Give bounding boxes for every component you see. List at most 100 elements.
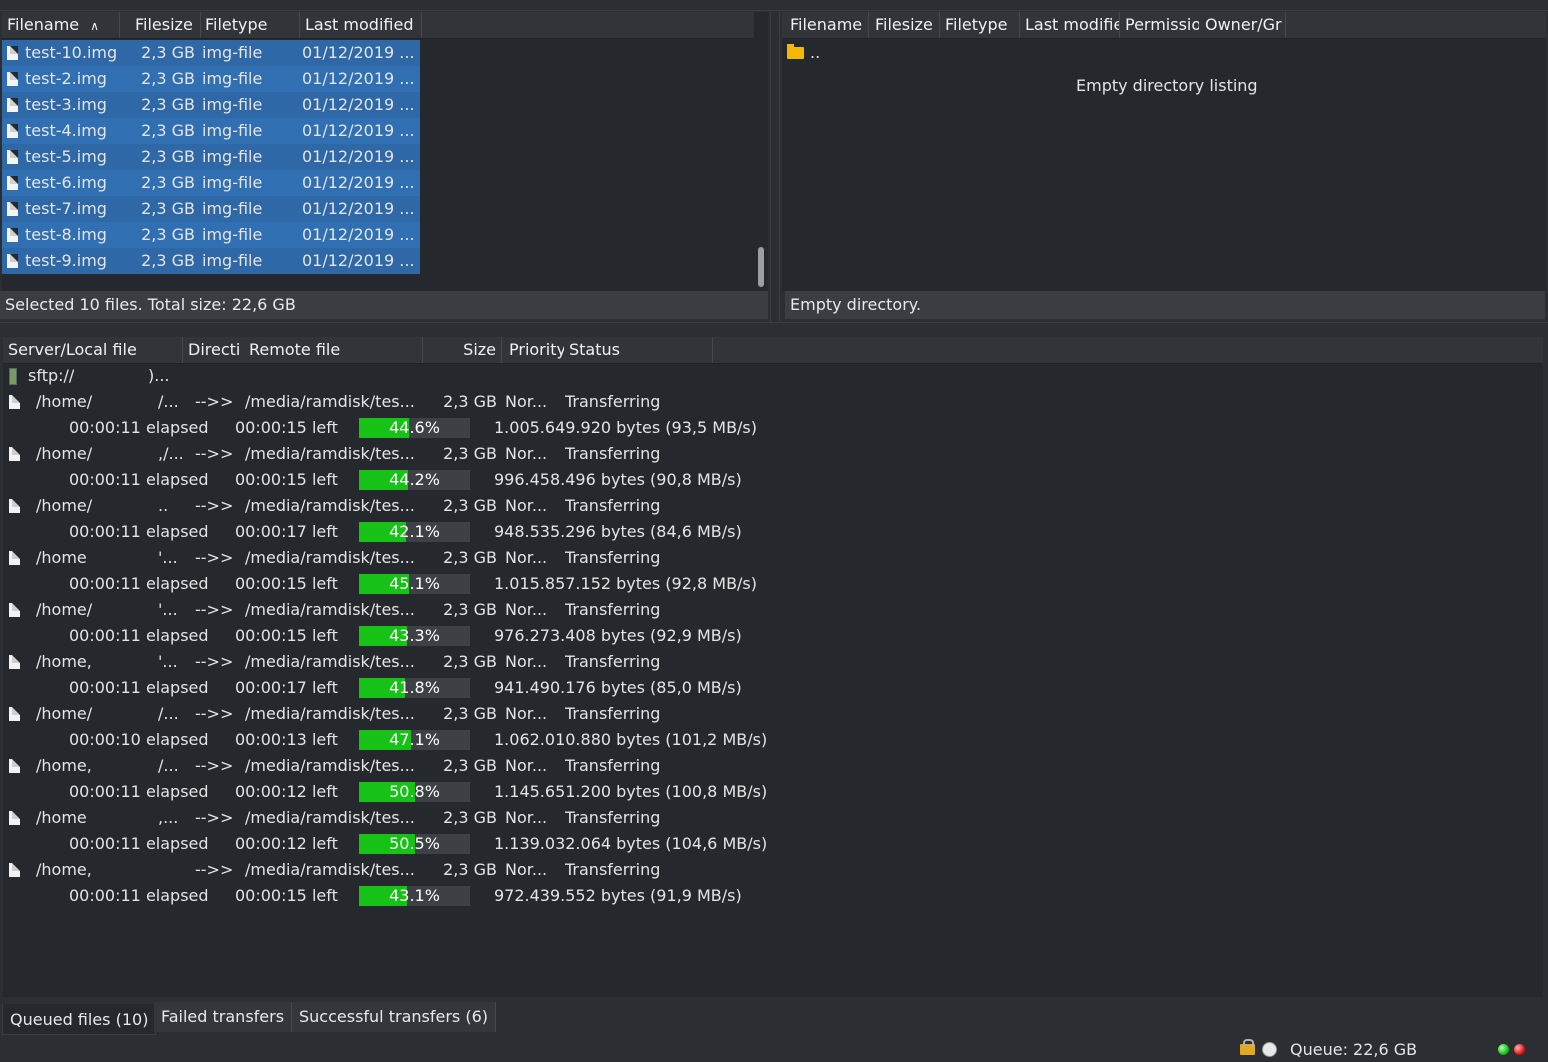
transfer-row[interactable]: /home, -->> /media/ramdisk/tes... 2,3 GB Nor…: [3, 857, 763, 883]
remote-col-permissions[interactable]: Permissio: [1120, 12, 1199, 38]
local-file-row[interactable]: test-5.img 2,3 GB img-file 01/12/2019 ...: [2, 144, 420, 170]
file-icon: [7, 72, 18, 86]
file-size: 2,3 GB: [141, 173, 195, 192]
file-type: img-file: [202, 251, 263, 270]
speed-limit-icon[interactable]: [1262, 1042, 1277, 1057]
local-file-row[interactable]: test-2.img 2,3 GB img-file 01/12/2019 ...: [2, 66, 420, 92]
sort-ascending-icon: ∧: [90, 19, 100, 33]
transfer-direction: -->>: [195, 808, 234, 827]
file-icon: [9, 863, 20, 877]
transfer-progress-bar: 42.1%: [359, 522, 470, 542]
col-last-modified[interactable]: Last modified: [300, 12, 422, 38]
horizontal-splitter[interactable]: [0, 322, 1548, 331]
transfer-bytes: 1.139.032.064 bytes (104,6 MB/s): [494, 834, 768, 853]
transfer-time-left: 00:00:15 left: [235, 886, 338, 905]
transfer-elapsed: 00:00:11 elapsed: [69, 626, 209, 645]
queue-server-row[interactable]: sftp:// )...: [3, 363, 503, 389]
transfer-progress-label: 42.1%: [389, 522, 440, 541]
transfer-size: 2,3 GB: [443, 652, 497, 671]
transfer-local-path: /home,: [36, 860, 92, 879]
transfer-priority: Nor...: [505, 808, 548, 827]
file-icon: [9, 707, 20, 721]
transfer-elapsed: 00:00:11 elapsed: [69, 574, 209, 593]
queue-col-remote-file[interactable]: Remote file: [244, 337, 423, 363]
local-file-row[interactable]: test-8.img 2,3 GB img-file 01/12/2019 ...: [2, 222, 420, 248]
file-icon: [9, 603, 20, 617]
file-type: img-file: [202, 199, 263, 218]
transfer-remote-path: /media/ramdisk/tes...: [245, 704, 415, 723]
file-icon: [9, 655, 20, 669]
local-status: Selected 10 files. Total size: 22,6 GB: [0, 291, 768, 319]
transfer-row[interactable]: /home/ /... -->> /media/ramdisk/tes... 2,3 G…: [3, 389, 763, 415]
col-filename-label: Filename: [7, 15, 80, 34]
remote-col-last-modified[interactable]: Last modifie: [1020, 12, 1120, 38]
local-file-row[interactable]: test-9.img 2,3 GB img-file 01/12/2019 ...: [2, 248, 420, 274]
transfer-status: Transferring: [565, 548, 661, 567]
folder-icon-tab: [787, 44, 794, 48]
transfer-row[interactable]: /home, '... -->> /media/ramdisk/tes... 2,3 G…: [3, 649, 763, 675]
transfer-size: 2,3 GB: [443, 444, 497, 463]
remote-col-filetype[interactable]: Filetype: [940, 12, 1020, 38]
queue-col-status[interactable]: Status: [564, 337, 713, 363]
transfer-direction: -->>: [195, 860, 234, 879]
local-file-row[interactable]: test-6.img 2,3 GB img-file 01/12/2019 ...: [2, 170, 420, 196]
transfer-row[interactable]: /home/ /... -->> /media/ramdisk/tes... 2,3 G…: [3, 701, 763, 727]
file-modified: 01/12/2019 ...: [302, 69, 415, 88]
file-icon: [9, 759, 20, 773]
file-name: test-8.img: [25, 225, 107, 244]
transfer-row[interactable]: /home '... -->> /media/ramdisk/tes... 2,3 GB…: [3, 545, 763, 571]
col-filesize[interactable]: Filesize: [130, 12, 201, 38]
transfer-row[interactable]: /home/ '... -->> /media/ramdisk/tes... 2,3 G…: [3, 597, 763, 623]
queue-col-priority[interactable]: Priority: [504, 337, 564, 363]
file-icon: [7, 150, 18, 164]
transfer-status: Transferring: [565, 496, 661, 515]
tab-queued-files[interactable]: Queued files (10): [2, 1004, 157, 1035]
remote-parent-dir-row[interactable]: ..: [782, 40, 1278, 66]
file-modified: 01/12/2019 ...: [302, 43, 415, 62]
transfer-local-path: /home/: [36, 444, 93, 463]
transfer-progress-bar: 43.3%: [359, 626, 470, 646]
queue-col-local-file[interactable]: Server/Local file: [3, 337, 183, 363]
file-size: 2,3 GB: [141, 43, 195, 62]
local-file-row[interactable]: test-7.img 2,3 GB img-file 01/12/2019 ...: [2, 196, 420, 222]
file-name: test-4.img: [25, 121, 107, 140]
red-led-icon: [1514, 1044, 1525, 1055]
file-icon: [7, 98, 18, 112]
file-type: img-file: [202, 95, 263, 114]
local-scrollbar[interactable]: [755, 39, 767, 289]
local-file-row[interactable]: test-10.img 2,3 GB img-file 01/12/2019 ...: [2, 40, 420, 66]
transfer-row[interactable]: /home/.. -->> /media/ramdisk/tes... 2,3 GB N…: [3, 493, 763, 519]
tab-successful-transfers[interactable]: Successful transfers (6): [292, 1002, 496, 1032]
local-file-row[interactable]: test-3.img 2,3 GB img-file 01/12/2019 ...: [2, 92, 420, 118]
remote-col-filesize[interactable]: Filesize: [870, 12, 940, 38]
col-filename[interactable]: Filename ∧: [2, 12, 120, 38]
local-file-row[interactable]: test-4.img 2,3 GB img-file 01/12/2019 ...: [2, 118, 420, 144]
transfer-progress-row: 00:00:11 elapsed 00:00:15 left 44.6% 1.005.…: [3, 415, 783, 441]
transfer-status: Transferring: [565, 756, 661, 775]
tab-failed-transfers[interactable]: Failed transfers: [154, 1002, 293, 1032]
remote-col-owner-group[interactable]: Owner/Gr: [1200, 12, 1286, 38]
col-filetype[interactable]: Filetype: [200, 12, 300, 38]
transfer-local-path: /home: [36, 808, 87, 827]
transfer-local-path-tail: '...: [158, 548, 178, 567]
vertical-splitter[interactable]: [770, 12, 780, 322]
transfer-row[interactable]: /home,... -->> /media/ramdisk/tes... 2,3 GB…: [3, 805, 763, 831]
queue-col-direction[interactable]: Directi: [183, 337, 243, 363]
queue-col-size[interactable]: Size: [423, 337, 502, 363]
transfer-row[interactable]: /home/ ,/... -->> /media/ramdisk/tes... 2,3 …: [3, 441, 763, 467]
transfer-status: Transferring: [565, 704, 661, 723]
transfer-direction: -->>: [195, 652, 234, 671]
file-type: img-file: [202, 43, 263, 62]
parent-dir-label: ..: [810, 43, 821, 62]
file-name: test-3.img: [25, 95, 107, 114]
transfer-progress-bar: 45.1%: [359, 574, 470, 594]
transfer-status: Transferring: [565, 860, 661, 879]
transfer-time-left: 00:00:15 left: [235, 574, 338, 593]
transfer-local-path: /home/: [36, 704, 93, 723]
remote-col-filename[interactable]: Filename: [785, 12, 869, 38]
transfer-row[interactable]: /home, /... -->> /media/ramdisk/tes... 2,3 G…: [3, 753, 763, 779]
transfer-priority: Nor...: [505, 756, 548, 775]
local-scrollbar-thumb[interactable]: [758, 247, 764, 287]
transfer-progress-row: 00:00:11 elapsed 00:00:17 left 41.8% 941.49…: [3, 675, 783, 701]
transfer-direction: -->>: [195, 600, 234, 619]
